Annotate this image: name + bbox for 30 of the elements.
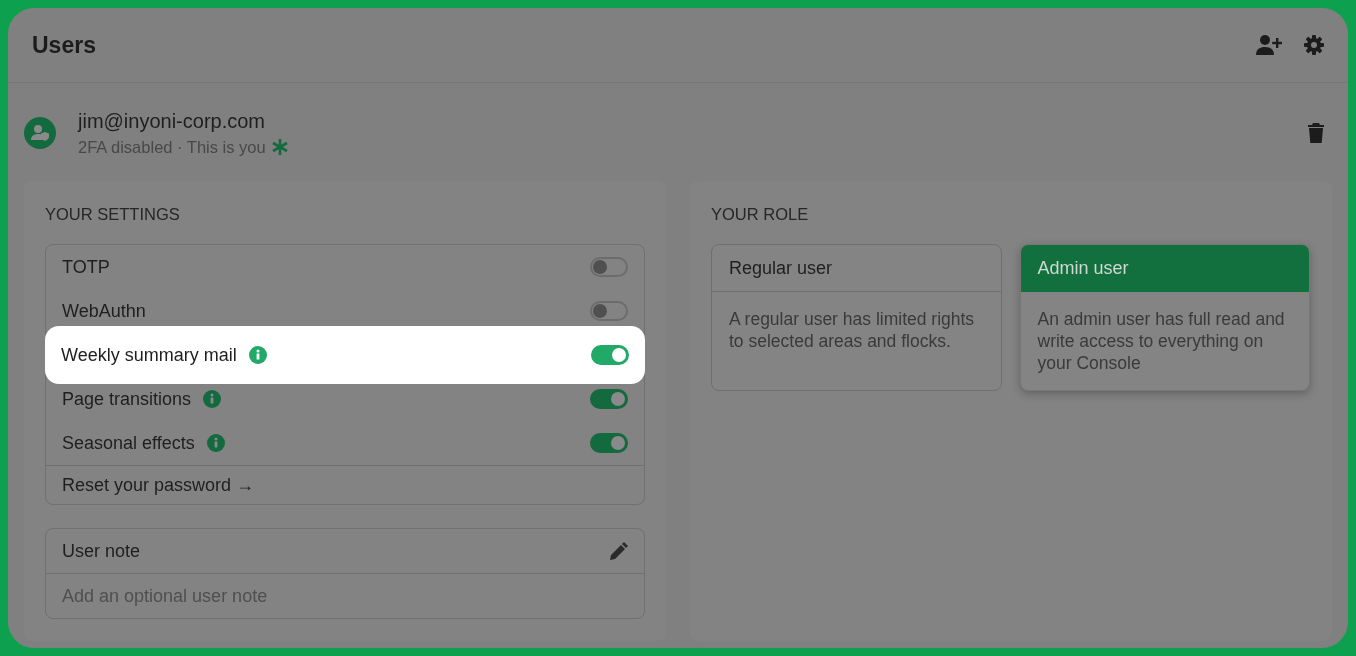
toggle-switch[interactable] xyxy=(591,345,629,365)
setting-label: TOTP xyxy=(62,256,110,278)
user-avatar-icon xyxy=(24,117,56,149)
role-option[interactable]: Regular user xyxy=(712,245,1001,292)
note-title: User note xyxy=(62,540,142,562)
reset-password-link[interactable]: Reset your password → xyxy=(46,465,644,504)
info-icon[interactable] xyxy=(248,346,267,364)
setting-label: Page transitions xyxy=(62,388,192,410)
setting-label: Seasonal effects xyxy=(62,432,195,454)
user-email: jim@inyoni-corp.com xyxy=(78,109,266,133)
page-title: Users xyxy=(32,31,97,59)
add-user-icon[interactable] xyxy=(1256,34,1282,56)
user-status: 2FA disabled · This is you xyxy=(78,137,266,157)
settings-icon[interactable] xyxy=(1304,35,1324,55)
info-icon[interactable] xyxy=(206,434,225,452)
toggle-switch[interactable] xyxy=(590,301,628,321)
pencil-icon[interactable] xyxy=(610,542,628,560)
role-description: A regular user has limited rights to selected areas and flocks. xyxy=(728,308,976,353)
toggle-switch[interactable] xyxy=(590,389,628,409)
delete-icon[interactable] xyxy=(1308,123,1324,143)
role-option[interactable]: Admin user xyxy=(1020,245,1309,292)
setting-label: WebAuthn xyxy=(62,300,146,322)
toggle-switch[interactable] xyxy=(590,433,628,453)
asterisk-icon xyxy=(271,139,288,155)
setting-label: Weekly summary mail xyxy=(61,344,237,366)
toggle-switch[interactable] xyxy=(590,257,628,277)
role-description: An admin user has full read and write access to everything on your Console xyxy=(1036,308,1286,375)
info-icon[interactable] xyxy=(203,390,222,408)
section-heading: YOUR SETTINGS xyxy=(45,205,181,224)
section-heading: YOUR ROLE xyxy=(711,205,810,224)
